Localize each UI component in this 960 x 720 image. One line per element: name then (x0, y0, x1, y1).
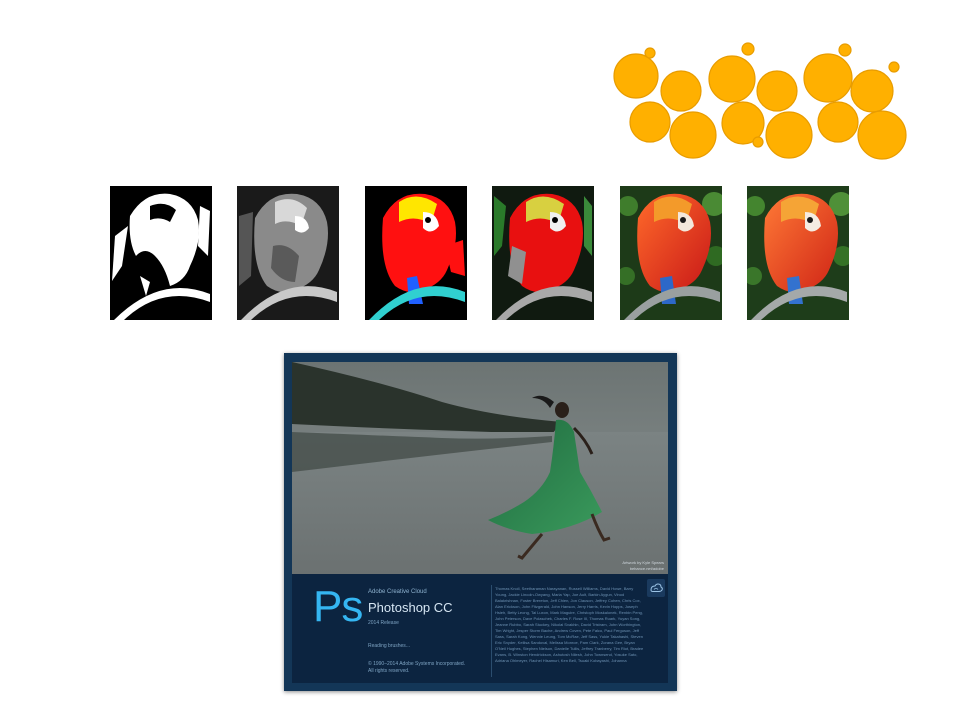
photoshop-splash-screen: Artwork by Kyle Spears behance.net/adobe… (284, 353, 677, 691)
parrot-thumbnail-posterized-4 (365, 186, 467, 320)
artwork-credit: Artwork by Kyle Spears behance.net/adobe (622, 560, 664, 572)
copyright-text: © 1990–2014 Adobe Systems Incorporated. (368, 661, 466, 667)
panel-divider (491, 585, 492, 677)
parrot-thumbnail-full-color (747, 186, 849, 320)
artwork-credit-line-2: behance.net/adobe (629, 566, 664, 571)
release-label: 2014 Release (368, 620, 399, 626)
rights-text: All rights reserved. (368, 668, 410, 674)
splash-artwork: Artwork by Kyle Spears behance.net/adobe (292, 362, 668, 574)
parrot-thumbnail-1bit (110, 186, 212, 320)
suite-name: Adobe Creative Cloud (368, 589, 427, 595)
orange-circles-graphic (613, 42, 907, 160)
loading-status: Reading brushes... (368, 643, 410, 649)
parrot-thumbnail-high-color (620, 186, 722, 320)
creative-cloud-icon (647, 579, 665, 597)
splash-info-panel: Ps Adobe Creative Cloud Photoshop CC 201… (292, 574, 668, 683)
photoshop-logo: Ps (313, 582, 363, 631)
product-name: Photoshop CC (368, 600, 453, 615)
credits-list: Thomas Knoll, Seetharaman Narayanan, Rus… (495, 586, 644, 663)
parrot-thumbnail-grayscale (237, 186, 339, 320)
parrot-thumbnail-posterized-8 (492, 186, 594, 320)
